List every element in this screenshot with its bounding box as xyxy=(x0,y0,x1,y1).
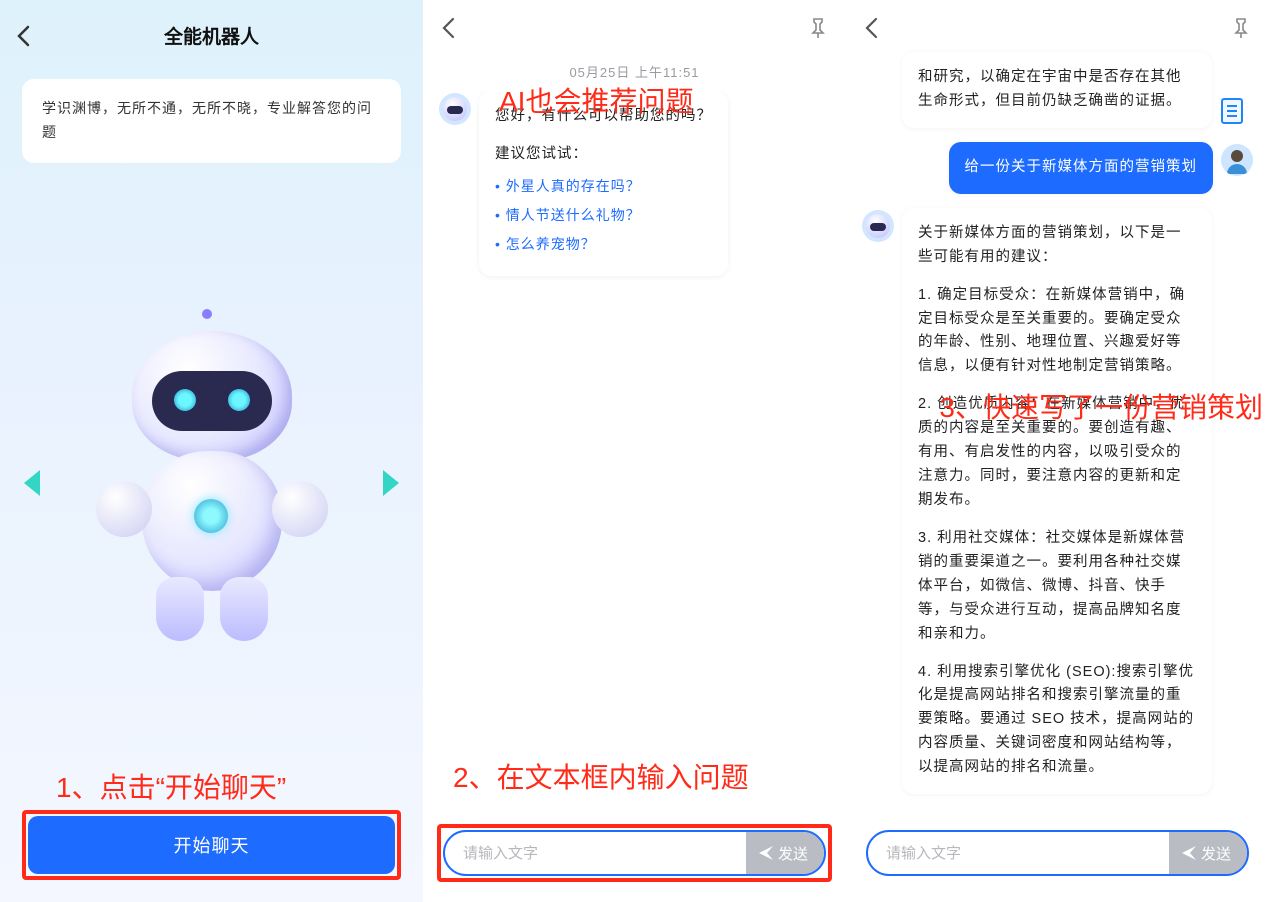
bot-bubble-tail: 和研究，以确定在宇宙中是否存在其他生命形式，但目前仍缺乏确凿的证据。 xyxy=(902,52,1212,128)
send-button[interactable]: 发送 xyxy=(746,832,824,874)
pin-icon[interactable] xyxy=(808,17,828,39)
greeting-text: 您好，有什么可以帮助您的吗？ xyxy=(495,105,712,129)
suggestion-link[interactable]: 情人节送什么礼物？ xyxy=(495,204,712,227)
reply-item: 3. 利用社交媒体：社交媒体是新媒体营销的重要渠道之一。要利用各种社交媒体平台，… xyxy=(918,527,1196,647)
input-bar: 发送 xyxy=(443,830,826,876)
user-avatar xyxy=(1221,144,1253,176)
bot-message-row: 和研究，以确定在宇宙中是否存在其他生命形式，但目前仍缺乏确凿的证据。 xyxy=(862,52,1253,128)
bot-bubble: 您好，有什么可以帮助您的吗？ 建议您试试： 外星人真的存在吗？ 情人节送什么礼物… xyxy=(479,91,728,276)
suggestion-link[interactable]: 外星人真的存在吗？ xyxy=(495,175,712,198)
bot-message-row: 您好，有什么可以帮助您的吗？ 建议您试试： 外星人真的存在吗？ 情人节送什么礼物… xyxy=(439,91,830,276)
page-title: 全能机器人 xyxy=(30,22,393,49)
intro-screen: 全能机器人 学识渊博，无所不通，无所不晓，专业解答您的问题 开始聊天 1、点击“… xyxy=(0,0,423,902)
message-input[interactable] xyxy=(445,845,746,862)
start-button-highlight: 开始聊天 xyxy=(22,810,401,880)
input-area: 发送 xyxy=(846,812,1269,902)
suggest-heading: 建议您试试： xyxy=(495,143,712,167)
carousel-next-icon[interactable] xyxy=(383,470,399,496)
header: 全能机器人 xyxy=(0,0,423,57)
start-chat-button[interactable]: 开始聊天 xyxy=(28,816,395,874)
message-list: 您好，有什么可以帮助您的吗？ 建议您试试： 外星人真的存在吗？ 情人节送什么礼物… xyxy=(423,91,846,812)
chat-suggestions-screen: 05月25日 上午11:51 AI也会推荐问题 您好，有什么可以帮助您的吗？ 建… xyxy=(423,0,846,902)
message-list: 和研究，以确定在宇宙中是否存在其他生命形式，但目前仍缺乏确凿的证据。 给一份关于… xyxy=(846,48,1269,812)
bot-avatar xyxy=(862,210,894,242)
send-label: 发送 xyxy=(778,843,808,864)
user-bubble: 给一份关于新媒体方面的营销策划 xyxy=(949,142,1214,194)
message-input[interactable] xyxy=(868,845,1169,862)
reply-intro: 关于新媒体方面的营销策划，以下是一些可能有用的建议： xyxy=(918,222,1196,270)
back-icon[interactable] xyxy=(441,17,455,39)
input-area: 发送 xyxy=(423,812,846,902)
reply-item: 2. 创造优质内容：在新媒体营销中，优质的内容是至关重要的。要创造有趣、有用、有… xyxy=(918,393,1196,513)
robot-image xyxy=(82,321,342,661)
copy-icon[interactable] xyxy=(1221,98,1243,124)
input-highlight: 发送 xyxy=(437,824,832,882)
timestamp: 05月25日 上午11:51 xyxy=(423,62,846,81)
send-label: 发送 xyxy=(1201,843,1231,864)
header xyxy=(423,0,846,48)
reply-item: 4. 利用搜索引擎优化 (SEO):搜索引擎优化是提高网站排名和搜索引擎流量的重… xyxy=(918,661,1196,781)
send-button[interactable]: 发送 xyxy=(1169,832,1247,874)
bot-message-row: 关于新媒体方面的营销策划，以下是一些可能有用的建议： 1. 确定目标受众：在新媒… xyxy=(862,208,1253,794)
user-message-row: 给一份关于新媒体方面的营销策划 xyxy=(862,142,1253,194)
bot-avatar xyxy=(439,93,471,125)
input-container: 发送 xyxy=(860,824,1255,882)
pin-icon[interactable] xyxy=(1231,17,1251,39)
header xyxy=(846,0,1269,48)
back-icon[interactable] xyxy=(864,17,878,39)
chat-reply-screen: 和研究，以确定在宇宙中是否存在其他生命形式，但目前仍缺乏确凿的证据。 给一份关于… xyxy=(846,0,1269,902)
suggestion-link[interactable]: 怎么养宠物？ xyxy=(495,233,712,256)
bot-bubble: 关于新媒体方面的营销策划，以下是一些可能有用的建议： 1. 确定目标受众：在新媒… xyxy=(902,208,1212,794)
intro-description: 学识渊博，无所不通，无所不晓，专业解答您的问题 xyxy=(22,79,401,163)
reply-item: 1. 确定目标受众：在新媒体营销中，确定目标受众是至关重要的。要确定受众的年龄、… xyxy=(918,284,1196,380)
carousel-prev-icon[interactable] xyxy=(24,470,40,496)
robot-illustration xyxy=(0,193,423,810)
back-icon[interactable] xyxy=(16,25,30,47)
input-bar: 发送 xyxy=(866,830,1249,876)
